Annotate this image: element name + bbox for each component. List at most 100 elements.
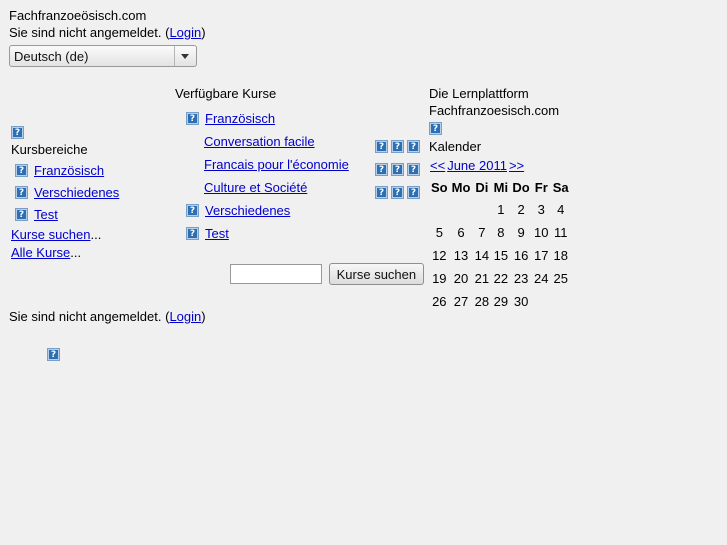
calendar-day: 16 bbox=[513, 248, 529, 263]
calendar-day: 9 bbox=[517, 225, 525, 240]
calendar-day: 28 bbox=[474, 294, 490, 309]
sidebar-item-franzoesisch[interactable]: Französisch bbox=[11, 160, 171, 182]
calendar-day: 12 bbox=[432, 248, 447, 263]
sidebar-all-courses-row[interactable]: Alle Kurse... bbox=[11, 244, 171, 262]
calendar-day: 7 bbox=[478, 225, 486, 240]
broken-image-icon bbox=[47, 348, 60, 361]
calendar-day: 17 bbox=[534, 248, 549, 263]
course-category-franzoesisch[interactable]: Französisch bbox=[175, 107, 420, 130]
calendar-day: 3 bbox=[537, 202, 545, 217]
calendar-day: 4 bbox=[557, 202, 565, 217]
login-status-text: Sie sind nicht angemeldet. ( bbox=[9, 309, 170, 324]
broken-image-icon[interactable] bbox=[391, 163, 404, 176]
course-category-label[interactable]: Verschiedenes bbox=[205, 203, 290, 218]
course-link-culture-et-societe[interactable]: Culture et Société bbox=[204, 180, 307, 195]
login-link-bottom[interactable]: Login bbox=[169, 309, 201, 324]
calendar-next-month-link[interactable]: >> bbox=[509, 158, 524, 173]
calendar-day: 20 bbox=[453, 271, 469, 286]
language-select[interactable]: Deutsch (de) bbox=[9, 45, 197, 67]
course-row[interactable]: Conversation facile bbox=[175, 130, 420, 153]
sidebar-item-verschiedenes[interactable]: Verschiedenes bbox=[11, 182, 171, 204]
calendar-weekday: Di bbox=[475, 180, 489, 195]
calendar-day: 11 bbox=[553, 225, 568, 240]
calendar-day: 8 bbox=[497, 225, 505, 240]
login-link-top[interactable]: Login bbox=[169, 25, 201, 40]
course-search-form: Kurse suchen bbox=[230, 263, 425, 285]
calendar-prev-month-link[interactable]: << bbox=[430, 158, 445, 173]
broken-image-icon[interactable] bbox=[391, 186, 404, 199]
calendar-day: 2 bbox=[517, 202, 525, 217]
course-category-test[interactable]: Test bbox=[175, 222, 420, 245]
login-status-text: Sie sind nicht angemeldet. ( bbox=[9, 25, 170, 40]
calendar-day: 1 bbox=[497, 202, 505, 217]
broken-image-icon[interactable] bbox=[407, 140, 420, 153]
course-link-conversation-facile[interactable]: Conversation facile bbox=[204, 134, 315, 149]
calendar-table: So Mo Di Mi Do Fr Sa 1 2 3 4 5 6 7 8 9 1… bbox=[429, 178, 571, 313]
calendar-day: 13 bbox=[453, 248, 469, 263]
ellipsis: ... bbox=[70, 245, 82, 260]
available-courses-heading: Verfügbare Kurse bbox=[175, 86, 277, 101]
course-link-francais-pour-leconomie[interactable]: Francais pour l'économie bbox=[204, 157, 349, 172]
calendar-navigation: << June 2011 >> bbox=[429, 156, 574, 176]
broken-image-icon[interactable] bbox=[375, 186, 388, 199]
calendar-day: 22 bbox=[493, 271, 509, 286]
calendar-day: 29 bbox=[493, 294, 509, 309]
broken-image-icon bbox=[186, 112, 199, 125]
calendar-day bbox=[450, 198, 473, 221]
course-row[interactable]: Culture et Société bbox=[175, 176, 420, 199]
calendar-week-row: 19 20 21 22 23 24 25 bbox=[429, 267, 571, 290]
sidebar-link-all-courses[interactable]: Alle Kurse bbox=[11, 245, 70, 260]
login-status-suffix: ) bbox=[201, 25, 206, 40]
calendar-day: 10 bbox=[534, 225, 549, 240]
sidebar-link-search-courses[interactable]: Kurse suchen bbox=[11, 227, 91, 242]
calendar-weekday: Fr bbox=[534, 180, 548, 195]
calendar-day: 27 bbox=[453, 294, 469, 309]
sidebar-search-courses-row[interactable]: Kurse suchen... bbox=[11, 226, 171, 244]
calendar-day: 19 bbox=[432, 271, 447, 286]
available-courses-panel: Verfügbare Kurse Französisch Conversatio… bbox=[175, 85, 420, 245]
ellipsis: ... bbox=[90, 227, 102, 242]
calendar-weekday-header-row: So Mo Di Mi Do Fr Sa bbox=[429, 178, 571, 198]
calendar-weekday: Mo bbox=[451, 180, 471, 195]
search-courses-button[interactable]: Kurse suchen bbox=[328, 263, 425, 285]
calendar-month-link[interactable]: June 2011 bbox=[447, 158, 507, 173]
calendar-week-row: 26 27 28 29 30 bbox=[429, 290, 571, 313]
calendar-week-row: 1 2 3 4 bbox=[429, 198, 571, 221]
broken-image-icon bbox=[11, 126, 24, 139]
broken-image-icon[interactable] bbox=[407, 163, 420, 176]
broken-image-icon[interactable] bbox=[375, 140, 388, 153]
tagline-line-2: Fachfranzoesisch.com bbox=[429, 103, 560, 118]
course-row[interactable]: Francais pour l'économie bbox=[175, 153, 420, 176]
calendar-week-row: 12 13 14 15 16 17 18 bbox=[429, 244, 571, 267]
calendar-day: 14 bbox=[474, 248, 490, 263]
calendar-day bbox=[551, 290, 571, 313]
search-input[interactable] bbox=[230, 264, 322, 284]
calendar-weekday: Mi bbox=[493, 180, 509, 195]
broken-image-icon[interactable] bbox=[407, 186, 420, 199]
broken-image-icon[interactable] bbox=[375, 163, 388, 176]
course-action-icons bbox=[372, 181, 420, 204]
calendar-day bbox=[472, 198, 491, 221]
calendar-day bbox=[429, 198, 450, 221]
sidebar-item-label[interactable]: Französisch bbox=[34, 163, 104, 178]
broken-image-icon[interactable] bbox=[391, 140, 404, 153]
calendar-day: 24 bbox=[534, 271, 549, 286]
sidebar-item-label[interactable]: Verschiedenes bbox=[34, 185, 119, 200]
calendar-block-title: Kalender bbox=[429, 139, 482, 154]
calendar-day: 15 bbox=[493, 248, 509, 263]
calendar-day: 18 bbox=[553, 248, 568, 263]
calendar-day: 21 bbox=[474, 271, 490, 286]
broken-image-icon bbox=[15, 208, 28, 221]
language-select-wrapper[interactable]: Deutsch (de) bbox=[9, 41, 197, 67]
sidebar-item-label[interactable]: Test bbox=[34, 207, 58, 222]
course-category-label[interactable]: Französisch bbox=[205, 111, 275, 126]
broken-image-icon bbox=[186, 227, 199, 240]
login-status-top: Sie sind nicht angemeldet. (Login) bbox=[9, 24, 206, 41]
calendar-day bbox=[532, 290, 551, 313]
sidebar-block-title: Kursbereiche bbox=[11, 142, 88, 157]
calendar-day: 26 bbox=[432, 294, 447, 309]
course-category-label[interactable]: Test bbox=[205, 226, 229, 241]
calendar-weekday: Sa bbox=[552, 180, 569, 195]
calendar-week-row: 5 6 7 8 9 10 11 bbox=[429, 221, 571, 244]
sidebar-item-test[interactable]: Test bbox=[11, 204, 171, 226]
